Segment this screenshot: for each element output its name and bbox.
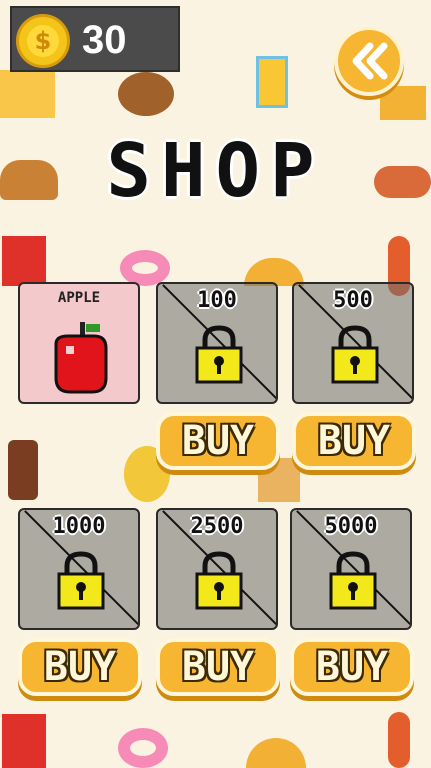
apple-icon: [54, 322, 108, 394]
background-sausage-icon: [388, 712, 410, 768]
shop-item-locked-4: 2500: [156, 508, 278, 630]
buy-button-5000[interactable]: BUY: [290, 638, 414, 696]
buy-button-2500[interactable]: BUY: [156, 638, 280, 696]
background-fries-icon: [2, 236, 46, 286]
back-button[interactable]: [334, 26, 404, 96]
background-donut-icon: [118, 728, 168, 768]
item-price: 5000: [324, 514, 378, 539]
shop-item-locked-2: 500: [292, 282, 414, 404]
lock-icon: [331, 325, 379, 384]
coin-count: 30: [82, 18, 127, 62]
background-donut-icon: [120, 250, 170, 286]
background-taco-icon: [246, 738, 306, 768]
lock-icon: [57, 551, 105, 610]
page-title: SHOP: [106, 128, 325, 214]
item-price: 500: [333, 288, 373, 313]
buy-button-500[interactable]: BUY: [292, 412, 416, 470]
lock-icon: [195, 551, 243, 610]
background-juice-icon: [256, 56, 288, 108]
lock-icon: [195, 325, 243, 384]
background-cheese-icon: [0, 70, 55, 118]
buy-button-100[interactable]: BUY: [156, 412, 280, 470]
item-price: 1000: [52, 514, 106, 539]
buy-button-1000[interactable]: BUY: [18, 638, 142, 696]
shop-item-locked-1: 100: [156, 282, 278, 404]
item-price: 100: [197, 288, 237, 313]
shop-item-locked-3: 1000: [18, 508, 140, 630]
coin-counter: $ 30: [10, 6, 180, 72]
lock-icon: [329, 551, 377, 610]
item-label: APPLE: [57, 290, 101, 306]
item-price: 2500: [190, 514, 244, 539]
coin-symbol: $: [27, 25, 59, 57]
shop-item-apple[interactable]: APPLE: [18, 282, 140, 404]
shop-item-locked-5: 5000: [290, 508, 412, 630]
coin-icon: $: [16, 14, 70, 68]
double-chevron-left-icon: [352, 42, 388, 80]
background-cookie-icon: [118, 72, 174, 116]
background-bottle-icon: [8, 440, 38, 500]
background-fries-icon: [2, 714, 46, 768]
